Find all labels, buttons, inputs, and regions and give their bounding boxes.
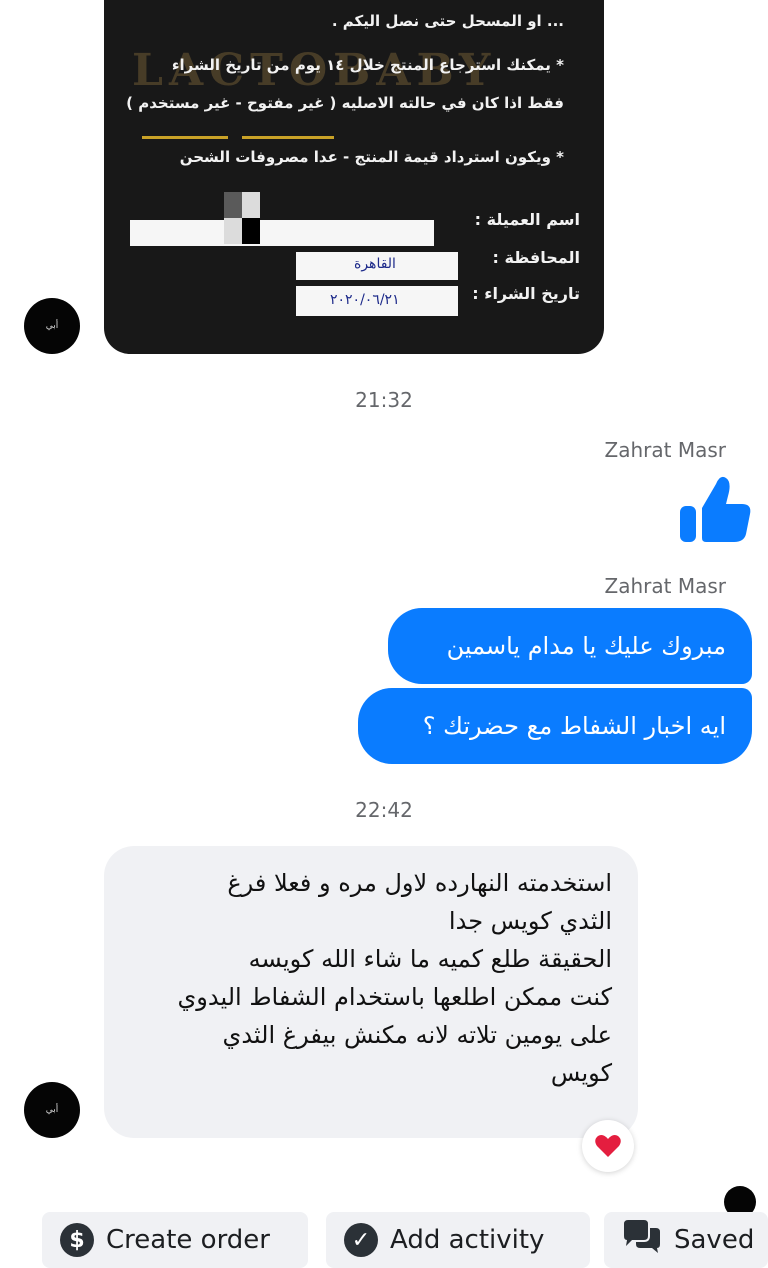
check-circle-icon: ✓ (344, 1223, 378, 1257)
sender-name: Zahrat Masr (604, 574, 726, 598)
photo-underline (242, 136, 334, 139)
message-text: مبروك عليك يا مدام ياسمين (446, 632, 726, 660)
customer-name-field (130, 220, 434, 246)
customer-name-label: اسم العميلة : (474, 210, 580, 229)
message-line: الثدي كويس جدا (448, 907, 612, 935)
message-bubble-incoming[interactable]: استخدمته النهارده لاول مره و فعلا فرغ ال… (104, 846, 638, 1138)
contact-avatar[interactable]: أبي (24, 298, 80, 354)
photo-underline (142, 136, 228, 139)
saved-label: Saved (674, 1225, 755, 1255)
photo-attachment[interactable]: ... او المسحل حتى نصل اليكم . LACTOBABY … (104, 0, 604, 354)
photo-text-top: ... او المسحل حتى نصل اليكم . (331, 12, 564, 30)
timestamp: 21:32 (355, 388, 413, 412)
avatar-text: أبي (45, 321, 59, 331)
contact-avatar[interactable]: أبي (24, 1082, 80, 1138)
governorate-label: المحافظة : (492, 248, 581, 267)
create-order-label: Create order (106, 1225, 270, 1255)
heart-reaction[interactable] (582, 1120, 634, 1172)
heart-icon (595, 1135, 621, 1157)
message-text: ايه اخبار الشفاط مع حضرتك ؟ (422, 712, 726, 740)
add-activity-button[interactable]: ✓ Add activity (326, 1212, 590, 1268)
message-line: كنت ممكن اطلعها باستخدام الشفاط اليدوي (177, 983, 613, 1011)
message-line: الحقيقة طلع كميه ما شاء الله كويسه (248, 945, 612, 973)
purchase-date-label: تاريخ الشراء : (472, 284, 580, 303)
message-line: استخدمته النهارده لاول مره و فعلا فرغ (227, 869, 612, 897)
photo-pen-shape (224, 192, 260, 244)
message-line: كويس (550, 1059, 612, 1087)
message-bubble-outgoing[interactable]: مبروك عليك يا مدام ياسمين (388, 608, 752, 684)
avatar-text: أبي (45, 1105, 59, 1115)
create-order-button[interactable]: $ Create order (42, 1212, 308, 1268)
like-thumb-icon[interactable] (676, 472, 752, 546)
purchase-date-value: ٢٠٢٠/٠٦/٢١ (330, 292, 400, 308)
photo-text-line2: فقط اذا كان في حالته الاصليه ( غير مفتوح… (126, 94, 564, 112)
timestamp: 22:42 (355, 798, 413, 822)
add-activity-label: Add activity (390, 1225, 545, 1255)
photo-text-line1: * يمكنك استرجاع المنتج خلال ١٤ يوم من تا… (171, 56, 564, 74)
sender-name: Zahrat Masr (604, 438, 726, 462)
saved-replies-button[interactable]: Saved (604, 1212, 768, 1268)
message-bubble-outgoing[interactable]: ايه اخبار الشفاط مع حضرتك ؟ (358, 688, 752, 764)
message-line: على يومين تلاته لانه مكنش بيفرغ الثدي (222, 1021, 612, 1049)
photo-text-line3: * ويكون استرداد قيمة المنتج - عدا مصروفا… (179, 148, 564, 166)
governorate-value: القاهرة (354, 256, 396, 272)
chat-bubbles-icon (622, 1219, 662, 1261)
dollar-icon: $ (60, 1223, 94, 1257)
